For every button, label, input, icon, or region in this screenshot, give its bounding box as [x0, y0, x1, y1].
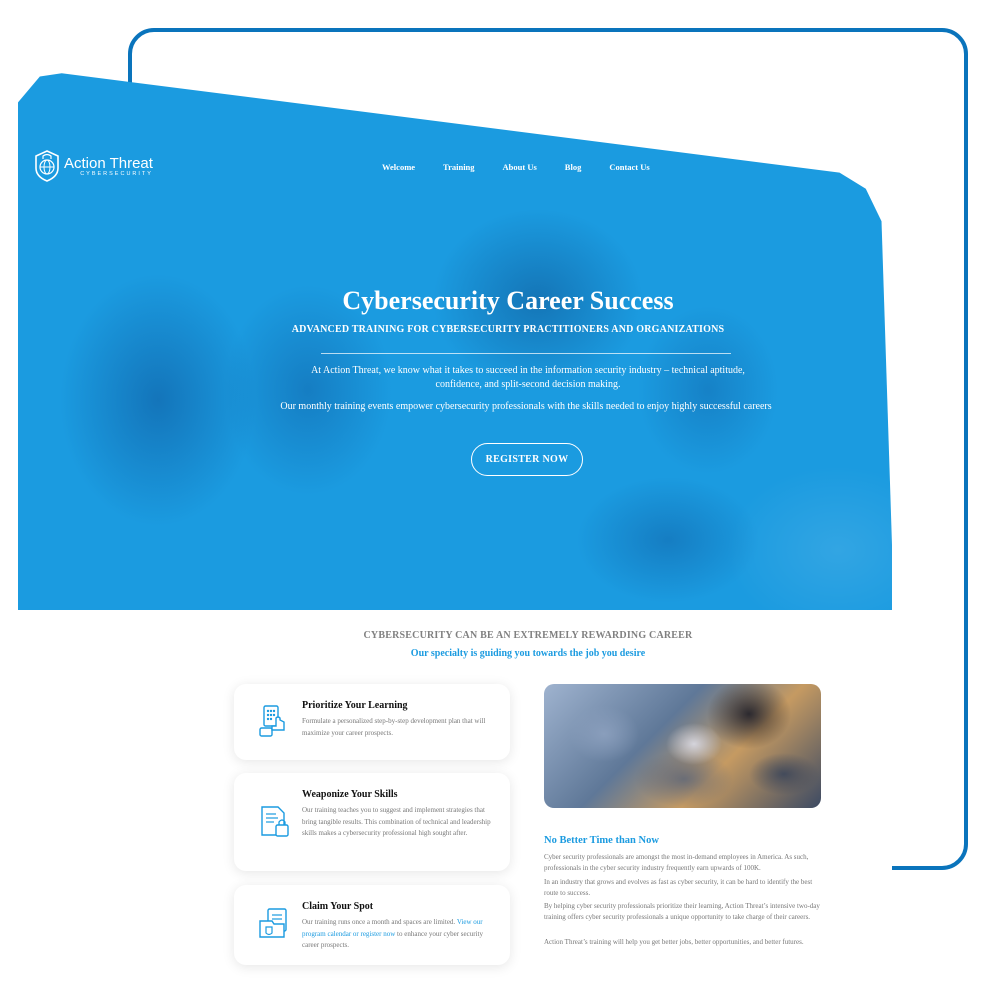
better-time-title: No Better Time than Now — [544, 835, 659, 846]
hero-paragraph-1: At Action Threat, we know what it takes … — [311, 365, 745, 390]
hero-paragraph-2: Our monthly training events empower cybe… — [280, 401, 772, 412]
better-time-paragraph: In an industry that grows and evolves as… — [544, 878, 813, 897]
secure-files-icon — [259, 908, 287, 938]
career-heading: CYBERSECURITY CAN BE AN EXTREMELY REWARD… — [363, 630, 693, 641]
brand-logo[interactable]: Action Threat CYBERSECURITY — [34, 150, 153, 182]
career-subheading: Our specialty is guiding you towards the… — [410, 648, 646, 659]
better-time-paragraph: Action Threat’s training will help you g… — [544, 938, 804, 946]
card-text: Our training teaches you to suggest and … — [302, 806, 491, 837]
card-text: Formulate a personalized step-by-step de… — [302, 717, 486, 737]
card-title: Claim Your Spot — [302, 901, 374, 912]
nav-about-us[interactable]: About Us — [503, 162, 537, 172]
hero-title: Cybersecurity Career Success — [342, 286, 674, 315]
hero-divider — [321, 353, 731, 354]
keypad-icon — [259, 705, 285, 737]
feature-card-prioritize: Prioritize Your Learning Formulate a per… — [234, 684, 510, 760]
main-nav: Welcome Training About Us Blog Contact U… — [382, 162, 678, 172]
better-time-paragraph: By helping cyber security professionals … — [544, 902, 820, 921]
brand-name: Action Threat — [64, 154, 153, 172]
feature-card-claim: Claim Your Spot Our training runs once a… — [234, 885, 510, 965]
feature-card-weaponize: Weaponize Your Skills Our training teach… — [234, 773, 510, 871]
hero-subtitle: ADVANCED TRAINING FOR CYBERSECURITY PRAC… — [291, 324, 725, 335]
register-now-button[interactable]: REGISTER NOW — [471, 443, 583, 476]
nav-training[interactable]: Training — [443, 162, 475, 172]
brand-tagline: CYBERSECURITY — [80, 170, 153, 177]
secure-document-icon — [261, 806, 289, 837]
nav-welcome[interactable]: Welcome — [382, 162, 415, 172]
card-title: Weaponize Your Skills — [302, 789, 398, 800]
card-text-before: Our training runs once a month and space… — [302, 918, 456, 926]
card-text: Our training runs once a month and space… — [302, 917, 498, 952]
better-time-paragraph: Cyber security professionals are amongst… — [544, 853, 809, 872]
nav-blog[interactable]: Blog — [565, 162, 582, 172]
card-title: Prioritize Your Learning — [302, 700, 408, 711]
nav-contact-us[interactable]: Contact Us — [609, 162, 649, 172]
team-photo — [544, 684, 821, 808]
globe-shield-icon — [35, 150, 59, 182]
